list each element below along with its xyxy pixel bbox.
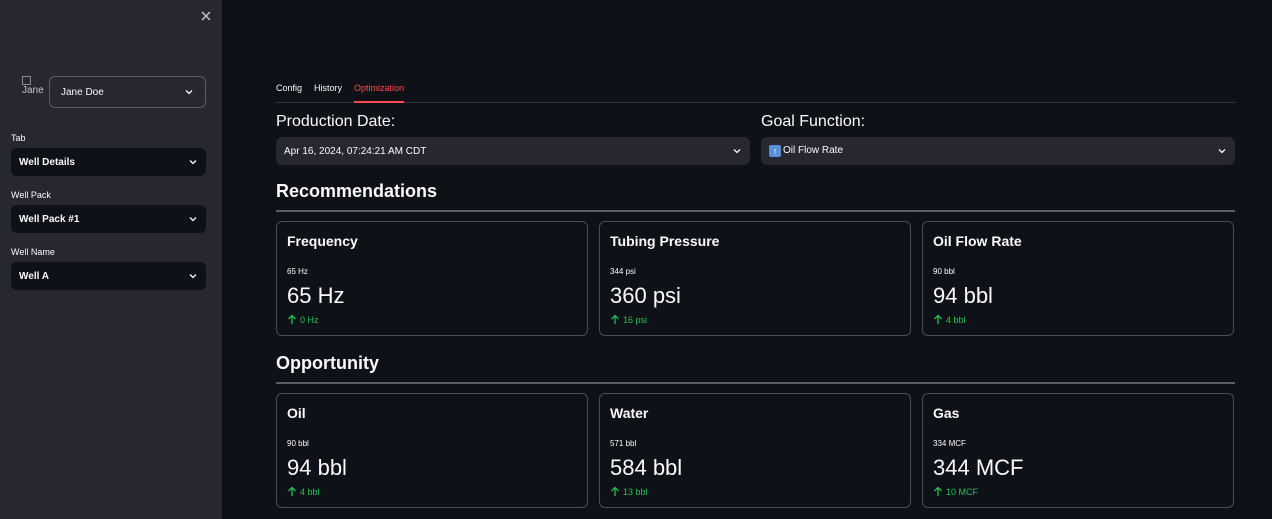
metric-label: 334 MCF xyxy=(933,439,966,448)
avatar: Jane xyxy=(22,76,44,100)
metric-delta: 16 psi xyxy=(610,314,647,325)
tab-history[interactable]: History xyxy=(314,80,342,103)
metric-label: 90 bbl xyxy=(287,439,309,448)
broken-image-icon xyxy=(22,76,31,85)
metric-title: Frequency xyxy=(287,233,358,249)
production-date-label: Production Date: xyxy=(276,113,396,130)
goal-function-select[interactable]: ↑ Oil Flow Rate xyxy=(761,137,1235,165)
metric-value: 344 MCF xyxy=(933,455,1024,480)
metric-value: 94 bbl xyxy=(287,455,347,480)
metric-delta-value: 10 MCF xyxy=(946,486,979,497)
up-arrow-emoji-icon: ↑ xyxy=(769,145,781,157)
chevron-down-icon xyxy=(732,146,742,156)
metric-delta: 4 bbl xyxy=(287,486,320,497)
wellpack-select-value: Well Pack #1 xyxy=(19,213,80,225)
goal-function-value: Oil Flow Rate xyxy=(783,145,844,156)
metric-delta: 0 Hz xyxy=(287,314,319,325)
wellpack-select[interactable]: Well Pack #1 xyxy=(11,205,206,233)
metric-label: 90 bbl xyxy=(933,267,955,276)
metric-title: Oil Flow Rate xyxy=(933,233,1022,249)
goal-function-label: Goal Function: xyxy=(761,113,866,130)
metric-delta: 13 bbl xyxy=(610,486,648,497)
metric-label: 65 Hz xyxy=(287,267,308,276)
metric-delta-value: 13 bbl xyxy=(623,486,648,497)
metric-card-water: Water 571 bbl 584 bbl 13 bbl xyxy=(599,393,911,508)
metric-value: 65 Hz xyxy=(287,283,345,308)
tab-select-value: Well Details xyxy=(19,156,75,168)
wellname-select-value: Well A xyxy=(19,270,50,282)
tab-optimization[interactable]: Optimization xyxy=(354,80,405,103)
metric-title: Tubing Pressure xyxy=(610,233,720,249)
production-date-value: Apr 16, 2024, 07:24:21 AM CDT xyxy=(284,145,427,157)
chevron-down-icon xyxy=(188,271,198,281)
metric-card-frequency: Frequency 65 Hz 65 Hz 0 Hz xyxy=(276,221,588,336)
tab-bar: Config History Optimization xyxy=(276,80,1235,103)
metric-card-gas: Gas 334 MCF 344 MCF 10 MCF xyxy=(922,393,1234,508)
chevron-down-icon xyxy=(184,87,194,97)
chevron-down-icon xyxy=(188,214,198,224)
close-sidebar-button[interactable] xyxy=(199,9,213,23)
metric-delta: 4 bbl xyxy=(933,314,966,325)
tab-select[interactable]: Well Details xyxy=(11,148,206,176)
wellpack-select-label: Well Pack xyxy=(11,190,51,200)
metric-card-tubing-pressure: Tubing Pressure 344 psi 360 psi 16 psi xyxy=(599,221,911,336)
recommendations-heading: Recommendations xyxy=(276,181,1235,212)
arrow-up-icon xyxy=(611,486,619,496)
metric-card-oil-flow-rate: Oil Flow Rate 90 bbl 94 bbl 4 bbl xyxy=(922,221,1234,336)
opportunity-heading: Opportunity xyxy=(276,353,1235,384)
metric-title: Water xyxy=(610,405,649,421)
metric-title: Oil xyxy=(287,405,306,421)
avatar-alt-text: Jane xyxy=(22,85,44,96)
metric-delta-value: 4 bbl xyxy=(300,486,320,497)
metric-label: 344 psi xyxy=(610,267,636,276)
wellname-select[interactable]: Well A xyxy=(11,262,206,290)
metric-delta-value: 16 psi xyxy=(623,314,648,325)
close-icon xyxy=(201,11,211,21)
arrow-up-icon xyxy=(288,314,296,324)
chevron-down-icon xyxy=(1217,146,1227,156)
metric-card-oil: Oil 90 bbl 94 bbl 4 bbl xyxy=(276,393,588,508)
sidebar: Jane Jane Doe Tab Well Details Well Pack… xyxy=(0,0,222,519)
metric-value: 94 bbl xyxy=(933,283,993,308)
arrow-up-icon xyxy=(611,314,619,324)
metric-title: Gas xyxy=(933,405,960,421)
user-select[interactable]: Jane Doe xyxy=(49,76,206,108)
tab-select-label: Tab xyxy=(11,133,26,143)
metric-delta: 10 MCF xyxy=(933,486,978,497)
user-select-value: Jane Doe xyxy=(61,86,104,98)
metric-label: 571 bbl xyxy=(610,439,637,448)
metric-value: 584 bbl xyxy=(610,455,683,480)
production-date-select[interactable]: Apr 16, 2024, 07:24:21 AM CDT xyxy=(276,137,750,165)
arrow-up-icon xyxy=(934,486,942,496)
wellname-select-label: Well Name xyxy=(11,247,55,257)
tab-config[interactable]: Config xyxy=(276,80,302,103)
chevron-down-icon xyxy=(188,157,198,167)
arrow-up-icon xyxy=(288,486,296,496)
metric-delta-value: 4 bbl xyxy=(946,314,966,325)
arrow-up-icon xyxy=(934,314,942,324)
metric-delta-value: 0 Hz xyxy=(300,314,319,325)
metric-value: 360 psi xyxy=(610,283,681,308)
